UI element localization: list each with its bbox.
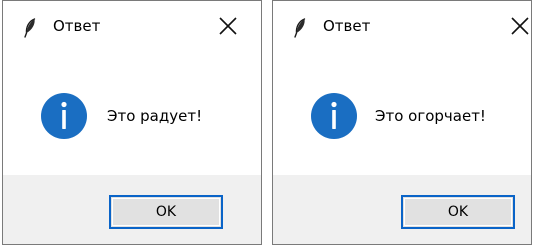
- dialog-message: Это радует!: [107, 107, 203, 125]
- title-bar[interactable]: Ответ: [273, 1, 531, 53]
- feather-icon: [24, 18, 36, 38]
- dialog-content: Это радует!: [3, 53, 261, 175]
- ok-button[interactable]: OK: [109, 195, 223, 229]
- dialog-footer: OK: [273, 175, 531, 244]
- message-dialog-saddened: Ответ Это огорчает! OK: [272, 0, 532, 245]
- dialog-title: Ответ: [53, 17, 101, 35]
- info-icon: [41, 93, 87, 139]
- dialog-title: Ответ: [323, 17, 371, 35]
- info-icon: [311, 93, 357, 139]
- close-icon[interactable]: [509, 15, 531, 37]
- message-dialog-pleased: Ответ Это радует! OK: [2, 0, 262, 245]
- close-icon[interactable]: [217, 15, 239, 37]
- dialog-content: Это огорчает!: [273, 53, 531, 175]
- desktop: Ответ Это радует! OK Ответ Это огорчает!…: [0, 0, 535, 247]
- feather-icon: [294, 18, 306, 38]
- ok-button[interactable]: OK: [401, 195, 515, 229]
- dialog-footer: OK: [3, 175, 261, 244]
- title-bar[interactable]: Ответ: [3, 1, 261, 53]
- dialog-message: Это огорчает!: [375, 107, 486, 125]
